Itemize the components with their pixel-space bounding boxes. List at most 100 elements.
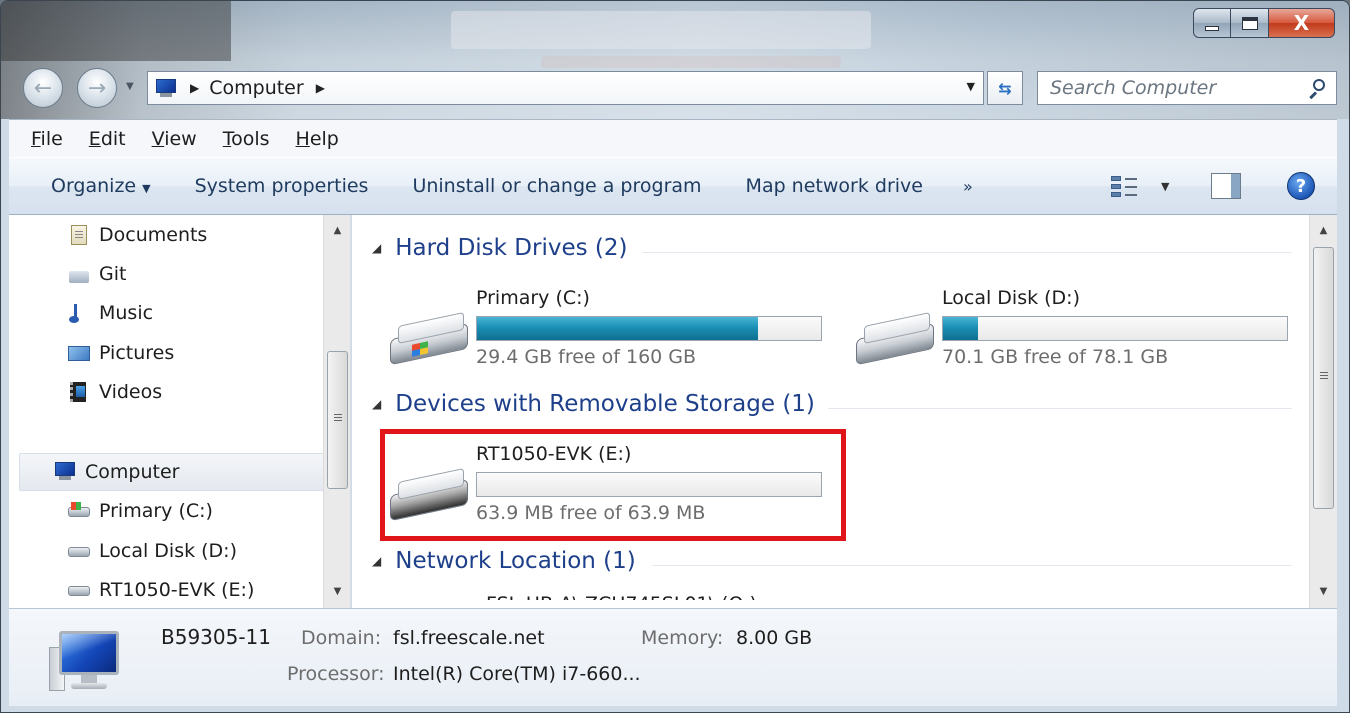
- drive-free-space: 70.1 GB free of 78.1 GB: [942, 346, 1169, 368]
- command-bar: Organize ▼ System properties Uninstall or…: [9, 157, 1337, 215]
- drive-usage-bar: [942, 316, 1288, 341]
- forward-button[interactable]: →: [77, 68, 117, 108]
- chevron-down-icon: ▼: [142, 182, 151, 195]
- nav-item-label: Computer: [85, 461, 180, 483]
- nav-pane-scrollbar[interactable]: ▲ ▼: [323, 215, 350, 608]
- group-title: Network Location (1): [395, 548, 636, 574]
- nav-item-label: Documents: [99, 224, 208, 246]
- windows-drive-icon: [67, 500, 91, 522]
- group-divider: [642, 252, 1292, 253]
- refresh-button[interactable]: ⇆: [987, 71, 1023, 105]
- group-divider: [828, 408, 1292, 409]
- uninstall-program-button[interactable]: Uninstall or change a program: [390, 175, 723, 197]
- music-icon: [67, 302, 91, 324]
- close-button[interactable]: X: [1269, 8, 1335, 38]
- minimize-button[interactable]: [1193, 8, 1231, 38]
- menu-view[interactable]: View: [136, 128, 207, 150]
- drive-usage-fill: [943, 317, 979, 340]
- nav-item-rt1050-evk-e[interactable]: RT1050-EVK (E:): [67, 573, 254, 607]
- maximize-icon: [1241, 16, 1258, 30]
- nav-item-music[interactable]: Music: [67, 296, 153, 330]
- system-properties-button[interactable]: System properties: [173, 175, 391, 197]
- help-icon[interactable]: ?: [1287, 172, 1315, 200]
- nav-item-local-disk-d[interactable]: Local Disk (D:): [67, 534, 237, 568]
- group-header-removable-storage[interactable]: ◢ Devices with Removable Storage (1): [372, 391, 815, 417]
- nav-item-label: Git: [99, 263, 127, 285]
- change-view-icon[interactable]: [1111, 174, 1137, 198]
- nav-item-primary-c[interactable]: Primary (C:): [67, 494, 213, 528]
- computer-icon: [53, 461, 77, 483]
- processor-value: Intel(R) Core(TM) i7-660...: [393, 663, 641, 685]
- scroll-thumb[interactable]: [327, 351, 348, 489]
- scroll-up-icon[interactable]: ▲: [1310, 219, 1337, 243]
- documents-icon: [67, 224, 91, 246]
- more-commands-button[interactable]: »: [945, 177, 991, 196]
- group-header-network-location[interactable]: ◢ Network Location (1): [372, 548, 636, 574]
- search-input[interactable]: Search Computer: [1037, 71, 1337, 105]
- drive-usage-bar: [476, 316, 822, 341]
- content-scrollbar[interactable]: ▲ ▼: [1309, 215, 1337, 608]
- back-arrow-icon: ←: [33, 75, 53, 101]
- back-button[interactable]: ←: [23, 68, 63, 108]
- nav-item-pictures[interactable]: Pictures: [67, 336, 174, 370]
- domain-value: fsl.freescale.net: [393, 627, 545, 649]
- breadcrumb-arrow-icon[interactable]: ▶: [316, 81, 325, 95]
- removable-drive-icon: [67, 579, 91, 601]
- scroll-down-icon[interactable]: ▼: [324, 580, 350, 604]
- collapse-triangle-icon[interactable]: ◢: [372, 397, 381, 411]
- view-dropdown-icon[interactable]: ▼: [1161, 180, 1169, 193]
- map-network-drive-button[interactable]: Map network drive: [724, 175, 945, 197]
- nav-item-label: Primary (C:): [99, 500, 213, 522]
- preview-pane-icon[interactable]: [1211, 173, 1241, 199]
- nav-item-documents[interactable]: Documents: [67, 218, 207, 252]
- drive-name: Local Disk (D:): [942, 287, 1080, 309]
- hard-drive-icon: [856, 311, 936, 366]
- processor-label: Processor:: [287, 663, 385, 685]
- nav-item-label: Music: [99, 302, 154, 324]
- videos-icon: [67, 381, 91, 403]
- refresh-icon: ⇆: [998, 78, 1012, 98]
- breadcrumb-arrow-icon[interactable]: ▶: [190, 81, 199, 95]
- menu-help[interactable]: Help: [280, 128, 349, 150]
- group-title: Hard Disk Drives (2): [395, 235, 628, 261]
- menu-file[interactable]: File: [9, 128, 73, 150]
- maximize-button[interactable]: [1231, 8, 1269, 38]
- nav-item-label: Pictures: [99, 342, 175, 364]
- address-dropdown-icon[interactable]: ▼: [967, 80, 975, 93]
- windows-drive-icon: [390, 311, 470, 366]
- breadcrumb-computer[interactable]: Computer: [209, 77, 303, 99]
- minimize-icon: [1205, 25, 1219, 31]
- menu-edit[interactable]: Edit: [73, 128, 136, 150]
- menu-bar: File Edit View Tools Help: [9, 119, 1337, 157]
- nav-item-label: Videos: [99, 381, 163, 403]
- group-divider: [652, 565, 1292, 566]
- drive-free-space: 29.4 GB free of 160 GB: [476, 346, 697, 368]
- details-pane: B59305-11 Domain: fsl.freescale.net Memo…: [9, 608, 1337, 706]
- nav-item-videos[interactable]: Videos: [67, 375, 162, 409]
- menu-tools[interactable]: Tools: [207, 128, 280, 150]
- memory-value: 8.00 GB: [736, 627, 813, 649]
- computer-icon: [154, 78, 180, 98]
- group-header-hard-disk-drives[interactable]: ◢ Hard Disk Drives (2): [372, 235, 628, 261]
- address-bar[interactable]: ▶ Computer ▶ ▼: [147, 71, 984, 105]
- nav-item-git[interactable]: Git: [67, 257, 126, 291]
- collapse-triangle-icon[interactable]: ◢: [372, 554, 381, 568]
- hard-drive-icon: [67, 540, 91, 562]
- folder-icon: [67, 263, 91, 285]
- collapse-triangle-icon[interactable]: ◢: [372, 241, 381, 255]
- drive-usage-fill: [477, 317, 758, 340]
- nav-item-computer[interactable]: Computer: [53, 455, 179, 489]
- forward-arrow-icon: →: [87, 75, 107, 101]
- scroll-thumb[interactable]: [1313, 247, 1334, 509]
- pictures-icon: [67, 342, 91, 364]
- organize-button[interactable]: Organize ▼: [9, 175, 173, 197]
- nav-item-label: Local Disk (D:): [99, 540, 237, 562]
- network-drive-name-partial[interactable]: FSL-HB-A\ ZCH745SL01\ (O:): [486, 593, 757, 600]
- scroll-down-icon[interactable]: ▼: [1310, 580, 1337, 604]
- scroll-up-icon[interactable]: ▲: [324, 219, 350, 243]
- explorer-window: X ← → ▼ ▶ Computer ▶ ▼ ⇆ Search Computer…: [0, 0, 1350, 713]
- search-icon[interactable]: [1308, 79, 1326, 100]
- recent-pages-dropdown[interactable]: ▼: [126, 81, 134, 92]
- search-placeholder: Search Computer: [1050, 77, 1217, 99]
- computer-icon: [49, 627, 129, 697]
